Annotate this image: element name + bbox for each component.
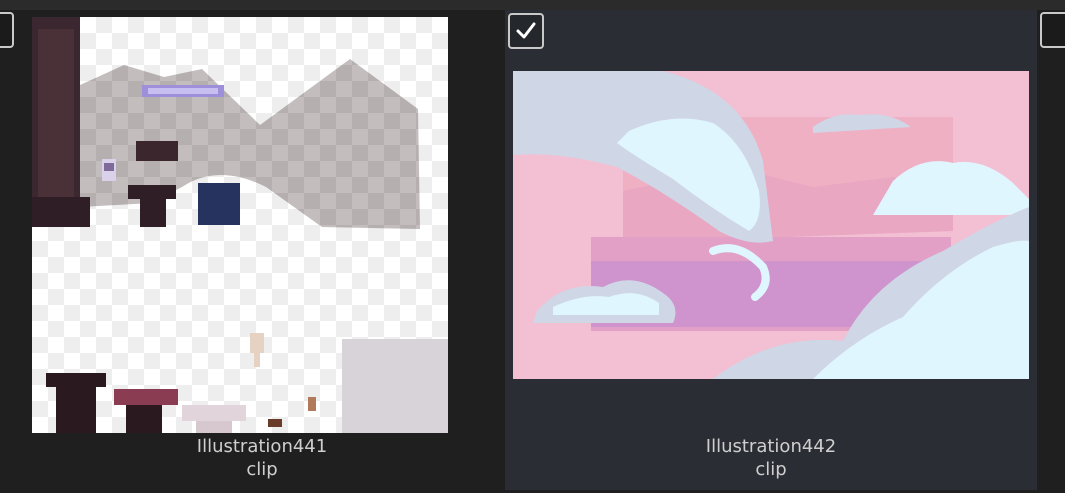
clip-card-illustration441[interactable]: Illustration441 clip	[20, 10, 504, 490]
clip-title: Illustration442	[705, 436, 837, 457]
checkmark-icon	[516, 22, 536, 39]
clip-thumbnail[interactable]	[32, 17, 448, 433]
sky-clouds-preview	[513, 71, 1029, 379]
clip-card-illustration442[interactable]: Illustration442 clip	[505, 10, 1037, 490]
clip-type: clip	[246, 459, 278, 480]
clip-thumbnail[interactable]	[513, 71, 1029, 379]
next-item-checkbox[interactable]	[1040, 12, 1065, 48]
top-bar	[0, 0, 1065, 10]
select-checkbox[interactable]	[508, 13, 544, 49]
clip-type: clip	[755, 459, 787, 480]
pixel-art-level-preview	[32, 17, 448, 433]
clip-title: Illustration441	[196, 436, 328, 457]
prev-item-checkbox[interactable]	[0, 12, 14, 48]
